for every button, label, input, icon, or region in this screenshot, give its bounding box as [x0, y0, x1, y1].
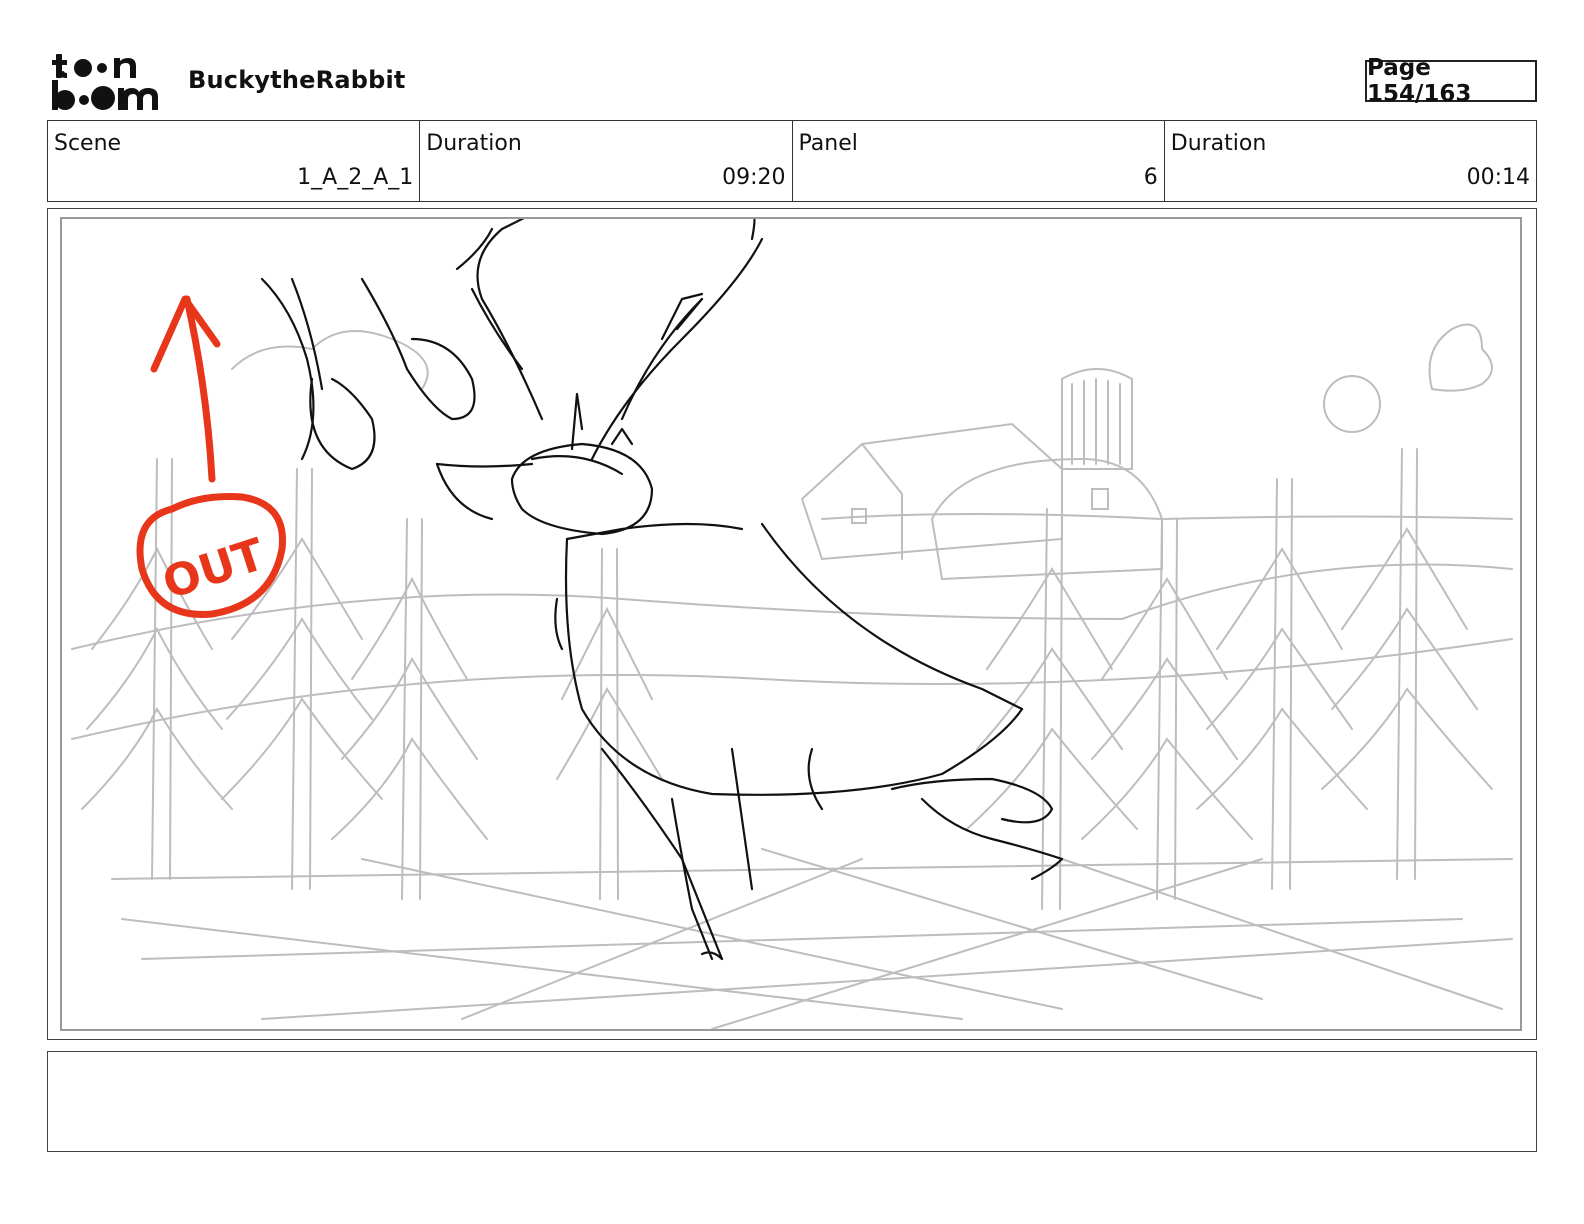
panel-cell: Panel 6: [793, 121, 1165, 201]
panel-duration-cell: Duration 00:14: [1165, 121, 1536, 201]
scene-duration-cell: Duration 09:20: [420, 121, 793, 201]
page-number-label: Page 154/163: [1367, 55, 1472, 107]
scene-duration-label: Duration: [426, 131, 522, 156]
background-sketch: [71, 323, 1513, 1029]
scene-info-bar: Scene 1_A_2_A_1 Duration 09:20 Panel 6 D…: [47, 120, 1537, 202]
panel-duration-value: 00:14: [1466, 165, 1530, 190]
scene-duration-value: 09:20: [722, 165, 786, 190]
panel-notes-box[interactable]: [47, 1051, 1537, 1152]
scene-cell: Scene 1_A_2_A_1: [48, 121, 421, 201]
panel-label: Panel: [798, 131, 858, 156]
panel-duration-label: Duration: [1170, 131, 1267, 156]
scene-value: 1_A_2_A_1: [297, 165, 414, 190]
panel-drawing-area: OUT: [60, 217, 1522, 1031]
scene-label: Scene: [54, 131, 122, 156]
toon-boom-logo: [52, 54, 158, 110]
project-title: BuckytheRabbit: [188, 66, 406, 94]
moose-character-sketch: [260, 219, 1064, 961]
storyboard-panel: OUT: [47, 208, 1537, 1040]
panel-value: 6: [1143, 165, 1158, 190]
page-indicator: Page 154/163: [1365, 55, 1537, 107]
panel-sketch: OUT: [71, 219, 1513, 1029]
pine-trees: [81, 448, 1493, 910]
